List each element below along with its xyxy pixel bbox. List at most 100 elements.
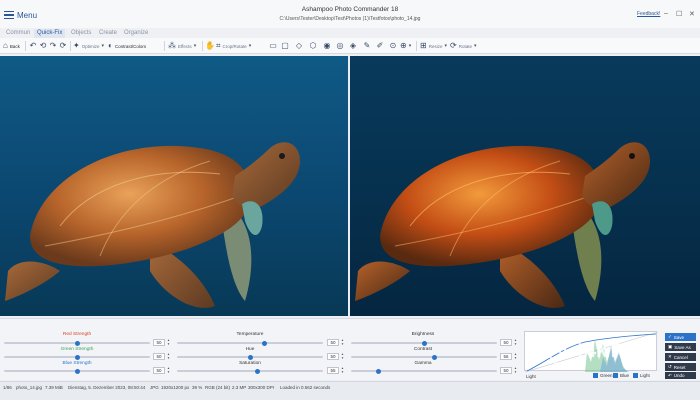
red-strength-value[interactable]: 50 <box>153 339 165 346</box>
close-button[interactable]: ✕ <box>689 10 695 18</box>
slider-thumb[interactable] <box>75 354 80 360</box>
slider-thumb[interactable] <box>262 340 267 346</box>
effects-icon: ⁂ <box>168 41 176 50</box>
cancel-button[interactable]: ✕ Cancel <box>665 353 696 361</box>
gamma-label: Gamma <box>414 361 432 366</box>
pen-button[interactable]: ✐ <box>375 40 385 52</box>
tab-commun[interactable]: Commun <box>3 29 33 38</box>
brush-button[interactable]: ✎ <box>362 40 372 52</box>
blue-strength-value[interactable]: 50 <box>153 367 165 374</box>
minimize-button[interactable]: – <box>664 10 668 17</box>
hand-tool-button[interactable]: ✋ <box>205 40 215 52</box>
undo-all-button[interactable]: ⟲ <box>38 40 48 52</box>
back-button[interactable]: ⌂ Back <box>3 40 20 52</box>
effects-button[interactable]: ⁂ Effects ▾ <box>168 40 196 52</box>
slider-thumb[interactable] <box>248 354 253 360</box>
save-button[interactable]: ✓ Save <box>665 333 696 341</box>
save-as-button[interactable]: ▣ Save As <box>665 343 696 351</box>
app-title: Ashampoo Photo Commander 18 <box>301 6 399 13</box>
status-index: 1/86 <box>3 385 12 390</box>
brightness-slider[interactable] <box>351 340 497 346</box>
slider-thumb[interactable] <box>75 340 80 346</box>
gamma-slider[interactable] <box>351 368 497 374</box>
original-image-pane[interactable] <box>0 56 348 316</box>
undo-label: Undo <box>673 373 685 378</box>
undo-button[interactable]: ↶ <box>28 40 38 52</box>
red-strength-spinner[interactable]: ▴ ▾ <box>166 338 171 346</box>
channel-blue-checkbox[interactable]: Blue <box>613 373 629 378</box>
brightness-value[interactable]: 50 <box>500 339 512 346</box>
rotate-button[interactable]: ⟳ Rotate ▾ <box>450 40 476 52</box>
bandage-button[interactable]: ⊕ ▾ <box>400 40 411 52</box>
reset-icon: ↺ <box>668 364 672 369</box>
red-strength-slider[interactable] <box>4 340 150 346</box>
slider-thumb[interactable] <box>255 368 260 374</box>
slider-thumb[interactable] <box>432 354 437 360</box>
blue-strength-spinner[interactable]: ▴ ▾ <box>166 366 171 374</box>
gamma-spinner[interactable]: ▴ ▾ <box>513 366 518 374</box>
undo-action-button[interactable]: ↶ Undo <box>665 372 696 379</box>
drop-button[interactable]: ◈ <box>348 40 358 52</box>
target-icon: ⊙ <box>389 41 397 50</box>
crop-rotate-button[interactable]: ⌗ Crop/Rotate ▾ <box>216 40 251 52</box>
saturation-spinner[interactable]: ▴ ▾ <box>340 366 345 374</box>
tab-organize[interactable]: Organize <box>121 29 151 38</box>
status-filename: photo_14.jpg <box>16 385 43 390</box>
slider-thumb[interactable] <box>376 368 381 374</box>
contrast-spinner[interactable]: ▴ ▾ <box>513 352 518 360</box>
tab-quick-fix[interactable]: Quick-Fix <box>34 29 66 38</box>
green-strength-value[interactable]: 50 <box>153 353 165 360</box>
chevron-down-icon: ▾ <box>408 43 412 49</box>
contrast-value[interactable]: 56 <box>500 353 512 360</box>
optimize-button[interactable]: ✦ Optimize ▾ <box>73 40 104 52</box>
stamp-button[interactable]: ⬡ <box>308 40 318 52</box>
toolbar: ⌂ Back ↶ ⟲ ↷ ⟳ ✦ Optimize ▾ ◐ Contrast/C… <box>0 38 700 54</box>
eraser-button[interactable]: ◇ <box>294 40 304 52</box>
save-as-icon: ▣ <box>668 344 673 349</box>
green-strength-spinner[interactable]: ▴ ▾ <box>166 352 171 360</box>
temperature-value[interactable]: 50 <box>327 339 339 346</box>
green-strength-slider[interactable] <box>4 354 150 360</box>
reset-button[interactable]: ↺ Reset <box>665 363 696 371</box>
text-bubble-button[interactable]: ▢ <box>280 40 290 52</box>
cancel-icon: ✕ <box>668 354 672 359</box>
red-strength-label: Red Strength <box>62 332 92 337</box>
blue-strength-slider[interactable] <box>4 368 150 374</box>
contrast-colors-button[interactable]: ◐ Contrast/Colors <box>108 40 146 52</box>
target-button[interactable]: ⊙ <box>388 40 398 52</box>
channel-green-checkbox[interactable]: Green <box>593 373 613 378</box>
slider-thumb[interactable] <box>422 340 427 346</box>
saturation-slider[interactable] <box>177 368 323 374</box>
saturation-label: Saturation <box>239 361 261 366</box>
tab-objects[interactable]: Objects <box>68 29 94 38</box>
status-load-time: Loaded in 0.562 seconds <box>280 385 331 390</box>
maximize-button[interactable]: ☐ <box>676 10 682 18</box>
redo-button[interactable]: ↷ <box>48 40 58 52</box>
contrast-slider[interactable] <box>351 354 497 360</box>
slider-thumb[interactable] <box>75 368 80 374</box>
saturation-value[interactable]: 55 <box>327 367 339 374</box>
hue-label: Hue <box>245 347 255 352</box>
rectangle-tool-button[interactable]: ▭ <box>268 40 278 52</box>
resize-button[interactable]: ⊞ Resize ▾ <box>420 40 447 52</box>
redeye-button[interactable]: ◎ <box>335 40 345 52</box>
redo-all-button[interactable]: ⟳ <box>58 40 68 52</box>
eye-button[interactable]: ◉ <box>322 40 332 52</box>
hue-slider[interactable] <box>177 354 323 360</box>
temperature-slider[interactable] <box>177 340 323 346</box>
temperature-spinner[interactable]: ▴ ▾ <box>340 338 345 346</box>
feedback-link[interactable]: Feedback! <box>637 11 660 17</box>
brightness-spinner[interactable]: ▴ ▾ <box>513 338 518 346</box>
gamma-value[interactable]: 50 <box>500 367 512 374</box>
status-date: Dienstag, 5. Dezember 2023, 08:50:44 <box>68 385 146 390</box>
reset-label: Reset <box>673 364 686 370</box>
tab-create[interactable]: Create <box>96 29 120 38</box>
channel-light-checkbox[interactable]: Light <box>633 373 650 378</box>
status-format: JPG <box>150 385 159 390</box>
hue-spinner[interactable]: ▴ ▾ <box>340 352 345 360</box>
contrast-label: Contrast <box>413 347 433 352</box>
preview-image-pane[interactable] <box>350 56 700 316</box>
undo-all-icon: ⟲ <box>39 41 47 50</box>
hue-value[interactable]: 50 <box>327 353 339 360</box>
clone-icon: ⬡ <box>309 41 317 50</box>
